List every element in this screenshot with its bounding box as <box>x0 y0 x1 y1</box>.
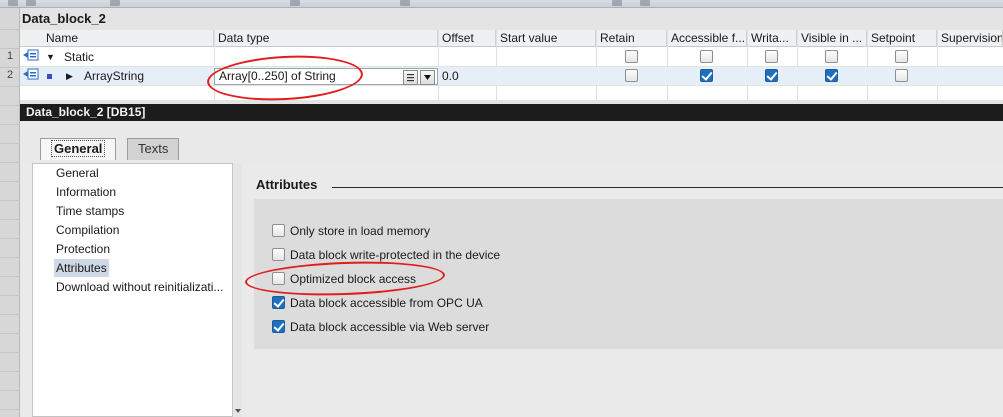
interface-icon <box>23 67 39 86</box>
nav-scrollbar[interactable] <box>232 163 242 417</box>
nav-item-information[interactable]: Information <box>54 183 118 201</box>
visible-checkbox[interactable] <box>825 69 838 82</box>
visible-checkbox[interactable] <box>825 50 838 63</box>
nav-item-protection[interactable]: Protection <box>54 240 112 258</box>
col-header-data-type[interactable]: Data type <box>214 30 438 47</box>
data-type-value: Array[0..250] of String <box>219 69 336 83</box>
setpoint-checkbox[interactable] <box>895 50 908 63</box>
setpoint-checkbox[interactable] <box>895 69 908 82</box>
col-header-start-value[interactable]: Start value <box>496 30 596 47</box>
table-header: Name Data type Offset Start value Retain… <box>20 30 1003 47</box>
writable-checkbox[interactable] <box>765 50 778 63</box>
attributes-content: Attributes Only store in load memory Dat… <box>242 163 1003 417</box>
row-number: 1 <box>6 50 14 62</box>
attr-label: Data block write-protected in the device <box>290 248 501 262</box>
properties-panel: Data_block_2 [DB15] General Texts Genera… <box>20 104 1003 417</box>
row-name[interactable]: Static <box>64 48 204 67</box>
opc-ua-checkbox[interactable] <box>272 296 285 309</box>
attributes-box: Only store in load memory Data block wri… <box>254 199 1003 349</box>
toolbar-icon[interactable] <box>110 0 120 6</box>
toolbar <box>0 0 1003 8</box>
attr-label: Data block accessible via Web server <box>290 320 490 334</box>
tab-general-label: General <box>51 140 106 157</box>
col-header-setpoint[interactable]: Setpoint <box>867 30 937 47</box>
list-browse-icon[interactable] <box>403 70 418 85</box>
section-divider <box>332 187 1003 188</box>
expand-arrow-icon[interactable]: ▶ <box>66 67 76 86</box>
retain-checkbox[interactable] <box>625 69 638 82</box>
properties-nav: General Information Time stamps Compilat… <box>32 163 242 417</box>
data-type-field[interactable]: Array[0..250] of String <box>214 68 438 85</box>
tab-texts[interactable]: Texts <box>127 138 180 160</box>
optimized-access-checkbox[interactable] <box>272 272 285 285</box>
tab-texts-label: Texts <box>138 141 169 156</box>
nav-item-general[interactable]: General <box>54 164 101 182</box>
collapse-arrow-icon[interactable]: ▼ <box>46 48 56 67</box>
nav-item-time-stamps[interactable]: Time stamps <box>54 202 126 220</box>
writable-checkbox[interactable] <box>765 69 778 82</box>
retain-checkbox[interactable] <box>625 50 638 63</box>
toolbar-icon[interactable] <box>26 0 36 6</box>
col-header-accessible[interactable]: Accessible f... <box>667 30 747 47</box>
col-header-writable[interactable]: Writa... <box>747 30 797 47</box>
tab-general[interactable]: General <box>40 138 117 160</box>
write-protected-checkbox[interactable] <box>272 248 285 261</box>
col-header-visible[interactable]: Visible in ... <box>797 30 867 47</box>
only-load-memory-checkbox[interactable] <box>272 224 285 237</box>
row-number-gutter: 1 2 <box>0 8 20 417</box>
member-bullet-icon <box>46 67 54 86</box>
chevron-down-icon[interactable] <box>420 70 435 85</box>
tab-bar: General Texts <box>20 121 1003 163</box>
panel-title: Data_block_2 [DB15] <box>20 104 1003 121</box>
toolbar-icon[interactable] <box>290 0 300 6</box>
col-header-name[interactable]: Name <box>20 30 214 47</box>
accessible-checkbox[interactable] <box>700 69 713 82</box>
col-header-supervision[interactable]: Supervision <box>937 30 1003 47</box>
section-title: Attributes <box>256 177 318 192</box>
attr-label: Only store in load memory <box>290 224 431 238</box>
table-row[interactable]: ▼ Static <box>20 48 1003 67</box>
row-number: 2 <box>6 69 14 81</box>
table-row[interactable]: ▶ ArrayString Array[0..250] of String 0.… <box>20 67 1003 86</box>
col-header-offset[interactable]: Offset <box>438 30 496 47</box>
db-table: Name Data type Offset Start value Retain… <box>20 30 1003 100</box>
nav-item-attributes[interactable]: Attributes <box>54 259 109 277</box>
attr-label: Optimized block access <box>290 272 417 286</box>
toolbar-icon[interactable] <box>8 0 18 6</box>
web-server-checkbox[interactable] <box>272 320 285 333</box>
toolbar-icon[interactable] <box>612 0 622 6</box>
accessible-checkbox[interactable] <box>700 50 713 63</box>
interface-icon <box>23 48 39 67</box>
toolbar-icon[interactable] <box>400 0 410 6</box>
nav-item-download-without-reinit[interactable]: Download without reinitializati... <box>54 278 225 296</box>
offset-value: 0.0 <box>442 69 459 83</box>
toolbar-icon[interactable] <box>640 0 650 6</box>
attr-label: Data block accessible from OPC UA <box>290 296 483 310</box>
col-header-retain[interactable]: Retain <box>596 30 667 47</box>
db-title: Data_block_2 <box>22 11 106 26</box>
scroll-down-arrow-icon[interactable] <box>235 409 241 413</box>
nav-item-compilation[interactable]: Compilation <box>54 221 121 239</box>
row-name[interactable]: ArrayString <box>84 67 204 86</box>
